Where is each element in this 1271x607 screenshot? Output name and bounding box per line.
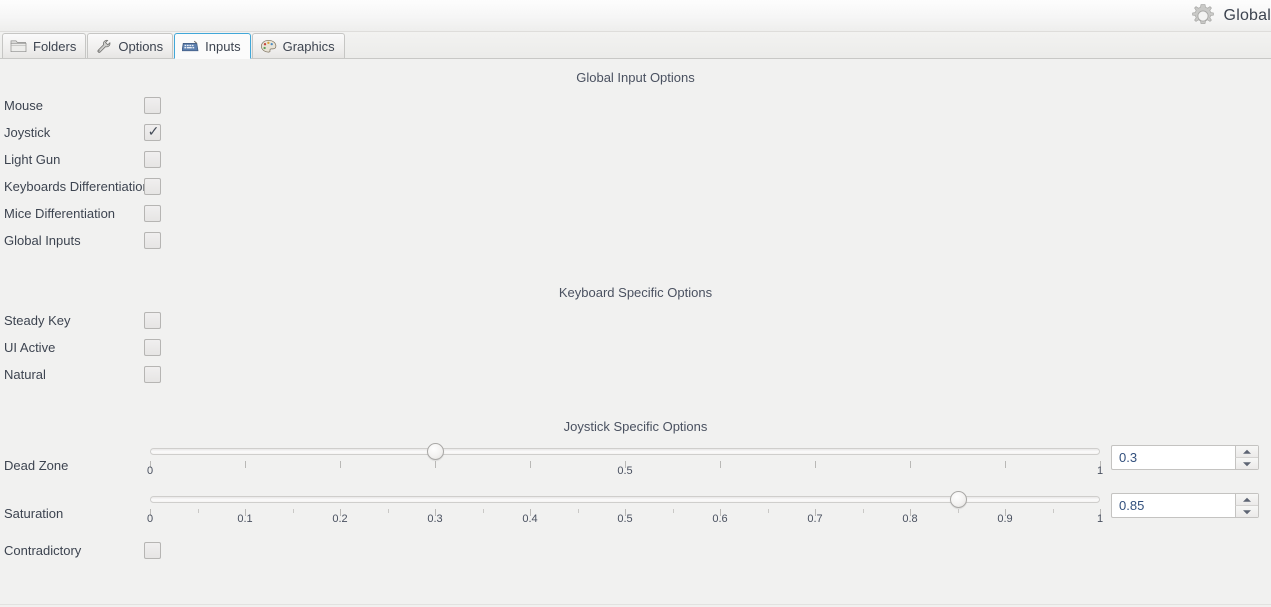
slider-tick-label: 0.6 xyxy=(712,513,728,525)
wrench-icon xyxy=(95,39,112,54)
slider-tick-label: 1 xyxy=(1096,465,1104,477)
gear-icon-svg xyxy=(1191,4,1214,24)
spinbox-increment-saturation[interactable] xyxy=(1235,494,1258,506)
slider-tick-label: 1 xyxy=(1096,513,1104,525)
label-dead-zone: Dead Zone xyxy=(4,458,69,473)
label-light-gun: Light Gun xyxy=(4,152,61,167)
checkbox-steady-key[interactable] xyxy=(144,312,161,329)
spinbox-increment-dead-zone[interactable] xyxy=(1235,446,1258,458)
app-title-label: Global xyxy=(1223,7,1271,24)
title-bar-right-group: Global xyxy=(1190,0,1271,32)
keyboard-icon xyxy=(182,39,199,54)
spinbox-value-saturation: 0.85 xyxy=(1119,498,1145,513)
folder-icon xyxy=(10,39,27,54)
slider-tick-label: 0.5 xyxy=(617,465,633,477)
slider-saturation[interactable] xyxy=(150,491,1100,509)
section-heading-joystick-specific-options: Joystick Specific Options xyxy=(563,419,708,434)
inputs-settings-panel: Global Input Options Mouse Joystick ✓ Li… xyxy=(0,59,1271,605)
title-bar: Global xyxy=(0,0,1271,32)
slider-handle-dead-zone[interactable] xyxy=(427,443,444,460)
checkbox-mouse[interactable] xyxy=(144,97,161,114)
palette-icon xyxy=(260,39,277,54)
slider-tick-labels-dead-zone: 0 0.5 1 xyxy=(146,465,1104,479)
section-heading-keyboard-specific-options: Keyboard Specific Options xyxy=(558,285,713,300)
folder-icon-svg xyxy=(10,39,27,52)
slider-tick-label: 0.4 xyxy=(522,513,538,525)
tab-label: Inputs xyxy=(205,38,241,54)
tab-label: Folders xyxy=(33,38,77,54)
slider-dead-zone[interactable] xyxy=(150,443,1100,461)
slider-tick-label: 0.2 xyxy=(332,513,348,525)
label-saturation: Saturation xyxy=(4,506,64,521)
keyboard-icon-svg xyxy=(182,40,199,51)
spinbox-decrement-dead-zone[interactable] xyxy=(1235,458,1258,469)
slider-tick-label: 0.8 xyxy=(902,513,918,525)
label-mouse: Mouse xyxy=(4,98,44,113)
checkbox-mice-differentiation[interactable] xyxy=(144,205,161,222)
checkmark-icon: ✓ xyxy=(147,123,160,139)
tab-label: Options xyxy=(118,38,164,54)
checkbox-light-gun[interactable] xyxy=(144,151,161,168)
checkbox-ui-active[interactable] xyxy=(144,339,161,356)
tab-graphics[interactable]: Graphics xyxy=(251,33,345,58)
slider-tick-label: 0.3 xyxy=(427,513,443,525)
tab-options[interactable]: Options xyxy=(87,33,174,58)
label-joystick: Joystick xyxy=(4,125,51,140)
spinbox-buttons-saturation xyxy=(1235,494,1258,517)
section-heading-global-input-options: Global Input Options xyxy=(576,70,695,85)
checkbox-global-inputs[interactable] xyxy=(144,232,161,249)
tab-label: Graphics xyxy=(282,38,335,54)
label-keyboards-differentiation: Keyboards Differentiation xyxy=(4,179,150,194)
slider-tick-label: 0.5 xyxy=(617,513,633,525)
checkbox-contradictory[interactable] xyxy=(144,542,161,559)
palette-icon-svg xyxy=(260,39,276,52)
label-global-inputs: Global Inputs xyxy=(4,233,81,248)
spinbox-dead-zone[interactable]: 0.3 xyxy=(1111,445,1259,470)
label-contradictory: Contradictory xyxy=(4,543,82,558)
spinbox-buttons-dead-zone xyxy=(1235,446,1258,469)
slider-tick-label: 0 xyxy=(146,465,154,477)
label-ui-active: UI Active xyxy=(4,340,56,355)
checkbox-joystick[interactable]: ✓ xyxy=(144,123,161,141)
slider-tick-label: 0 xyxy=(146,513,154,525)
tab-folders[interactable]: Folders xyxy=(2,33,87,58)
slider-tick-label: 0.9 xyxy=(997,513,1013,525)
spinbox-decrement-saturation[interactable] xyxy=(1235,506,1258,517)
slider-groove xyxy=(150,448,1100,455)
tab-inputs[interactable]: Inputs xyxy=(174,33,251,59)
label-steady-key: Steady Key xyxy=(4,313,71,328)
gear-icon xyxy=(1190,3,1216,29)
checkbox-keyboards-differentiation[interactable] xyxy=(144,178,161,195)
label-natural: Natural xyxy=(4,367,46,382)
slider-tick-label: 0.7 xyxy=(807,513,823,525)
slider-tick-label: 0.1 xyxy=(237,513,253,525)
wrench-icon-svg xyxy=(97,39,111,53)
slider-tick-labels-saturation: 0 0.1 0.2 0.3 0.4 0.5 0.6 0.7 0.8 0.9 1 xyxy=(146,513,1104,527)
spinbox-value-dead-zone: 0.3 xyxy=(1119,450,1138,465)
label-mice-differentiation: Mice Differentiation xyxy=(4,206,116,221)
slider-handle-saturation[interactable] xyxy=(949,491,967,508)
spinbox-saturation[interactable]: 0.85 xyxy=(1111,493,1259,518)
tab-strip: Folders Options Inputs Graphics xyxy=(0,32,1271,59)
checkbox-natural[interactable] xyxy=(144,366,161,383)
